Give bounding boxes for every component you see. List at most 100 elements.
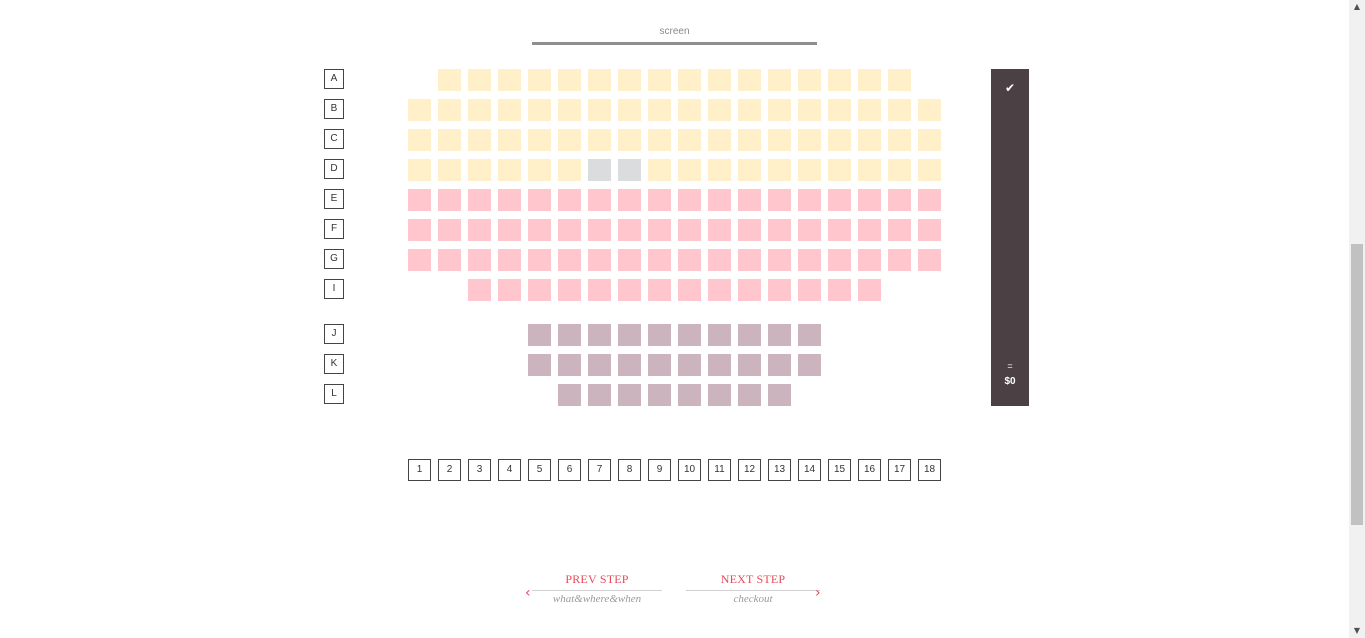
seat-g-17[interactable] — [888, 249, 911, 271]
seat-c-9[interactable] — [648, 129, 671, 151]
seat-e-5[interactable] — [528, 189, 551, 211]
seat-c-7[interactable] — [588, 129, 611, 151]
seat-f-5[interactable] — [528, 219, 551, 241]
seat-j-9[interactable] — [648, 324, 671, 346]
seat-i-14[interactable] — [798, 279, 821, 301]
seat-b-9[interactable] — [648, 99, 671, 121]
seat-e-4[interactable] — [498, 189, 521, 211]
seat-d-2[interactable] — [438, 159, 461, 181]
seat-i-15[interactable] — [828, 279, 851, 301]
seat-d-5[interactable] — [528, 159, 551, 181]
seat-l-8[interactable] — [618, 384, 641, 406]
seat-j-13[interactable] — [768, 324, 791, 346]
seat-c-17[interactable] — [888, 129, 911, 151]
seat-c-12[interactable] — [738, 129, 761, 151]
seat-d-17[interactable] — [888, 159, 911, 181]
seat-b-8[interactable] — [618, 99, 641, 121]
seat-k-11[interactable] — [708, 354, 731, 376]
seat-a-3[interactable] — [468, 69, 491, 91]
seat-e-14[interactable] — [798, 189, 821, 211]
seat-b-13[interactable] — [768, 99, 791, 121]
seat-f-14[interactable] — [798, 219, 821, 241]
seat-c-6[interactable] — [558, 129, 581, 151]
seat-j-5[interactable] — [528, 324, 551, 346]
seat-e-6[interactable] — [558, 189, 581, 211]
seat-g-3[interactable] — [468, 249, 491, 271]
seat-i-4[interactable] — [498, 279, 521, 301]
seat-b-1[interactable] — [408, 99, 431, 121]
seat-a-10[interactable] — [678, 69, 701, 91]
seat-e-3[interactable] — [468, 189, 491, 211]
seat-l-6[interactable] — [558, 384, 581, 406]
scroll-thumb[interactable] — [1351, 244, 1363, 525]
seat-d-10[interactable] — [678, 159, 701, 181]
seat-b-5[interactable] — [528, 99, 551, 121]
seat-k-13[interactable] — [768, 354, 791, 376]
seat-b-10[interactable] — [678, 99, 701, 121]
seat-f-16[interactable] — [858, 219, 881, 241]
seat-e-13[interactable] — [768, 189, 791, 211]
seat-k-10[interactable] — [678, 354, 701, 376]
seat-b-11[interactable] — [708, 99, 731, 121]
seat-g-4[interactable] — [498, 249, 521, 271]
seat-f-7[interactable] — [588, 219, 611, 241]
seat-f-4[interactable] — [498, 219, 521, 241]
seat-f-15[interactable] — [828, 219, 851, 241]
seat-a-2[interactable] — [438, 69, 461, 91]
seat-g-14[interactable] — [798, 249, 821, 271]
seat-g-10[interactable] — [678, 249, 701, 271]
seat-d-4[interactable] — [498, 159, 521, 181]
seat-i-6[interactable] — [558, 279, 581, 301]
seat-g-8[interactable] — [618, 249, 641, 271]
seat-g-16[interactable] — [858, 249, 881, 271]
seat-f-18[interactable] — [918, 219, 941, 241]
seat-k-12[interactable] — [738, 354, 761, 376]
seat-a-9[interactable] — [648, 69, 671, 91]
seat-a-6[interactable] — [558, 69, 581, 91]
seat-f-13[interactable] — [768, 219, 791, 241]
seat-k-9[interactable] — [648, 354, 671, 376]
seat-i-12[interactable] — [738, 279, 761, 301]
seat-b-14[interactable] — [798, 99, 821, 121]
seat-a-13[interactable] — [768, 69, 791, 91]
seat-g-12[interactable] — [738, 249, 761, 271]
seat-g-18[interactable] — [918, 249, 941, 271]
seat-c-1[interactable] — [408, 129, 431, 151]
seat-d-13[interactable] — [768, 159, 791, 181]
seat-g-13[interactable] — [768, 249, 791, 271]
seat-j-12[interactable] — [738, 324, 761, 346]
seat-l-9[interactable] — [648, 384, 671, 406]
seat-f-3[interactable] — [468, 219, 491, 241]
seat-c-11[interactable] — [708, 129, 731, 151]
seat-l-12[interactable] — [738, 384, 761, 406]
seat-e-9[interactable] — [648, 189, 671, 211]
seat-a-7[interactable] — [588, 69, 611, 91]
seat-i-13[interactable] — [768, 279, 791, 301]
seat-k-7[interactable] — [588, 354, 611, 376]
scroll-down-arrow-icon[interactable]: ▼ — [1349, 626, 1365, 636]
scrollbar[interactable]: ▲ ▼ — [1349, 0, 1365, 638]
seat-a-14[interactable] — [798, 69, 821, 91]
seat-d-15[interactable] — [828, 159, 851, 181]
seat-b-16[interactable] — [858, 99, 881, 121]
seat-e-1[interactable] — [408, 189, 431, 211]
seat-j-7[interactable] — [588, 324, 611, 346]
seat-b-12[interactable] — [738, 99, 761, 121]
chevron-left-icon[interactable]: ‹ — [525, 586, 531, 600]
seat-d-12[interactable] — [738, 159, 761, 181]
seat-f-1[interactable] — [408, 219, 431, 241]
seat-d-14[interactable] — [798, 159, 821, 181]
seat-a-16[interactable] — [858, 69, 881, 91]
seat-c-16[interactable] — [858, 129, 881, 151]
seat-c-3[interactable] — [468, 129, 491, 151]
seat-i-7[interactable] — [588, 279, 611, 301]
seat-c-2[interactable] — [438, 129, 461, 151]
seat-d-1[interactable] — [408, 159, 431, 181]
seat-b-17[interactable] — [888, 99, 911, 121]
seat-k-8[interactable] — [618, 354, 641, 376]
seat-b-7[interactable] — [588, 99, 611, 121]
seat-d-9[interactable] — [648, 159, 671, 181]
seat-f-12[interactable] — [738, 219, 761, 241]
seat-f-11[interactable] — [708, 219, 731, 241]
seat-e-12[interactable] — [738, 189, 761, 211]
